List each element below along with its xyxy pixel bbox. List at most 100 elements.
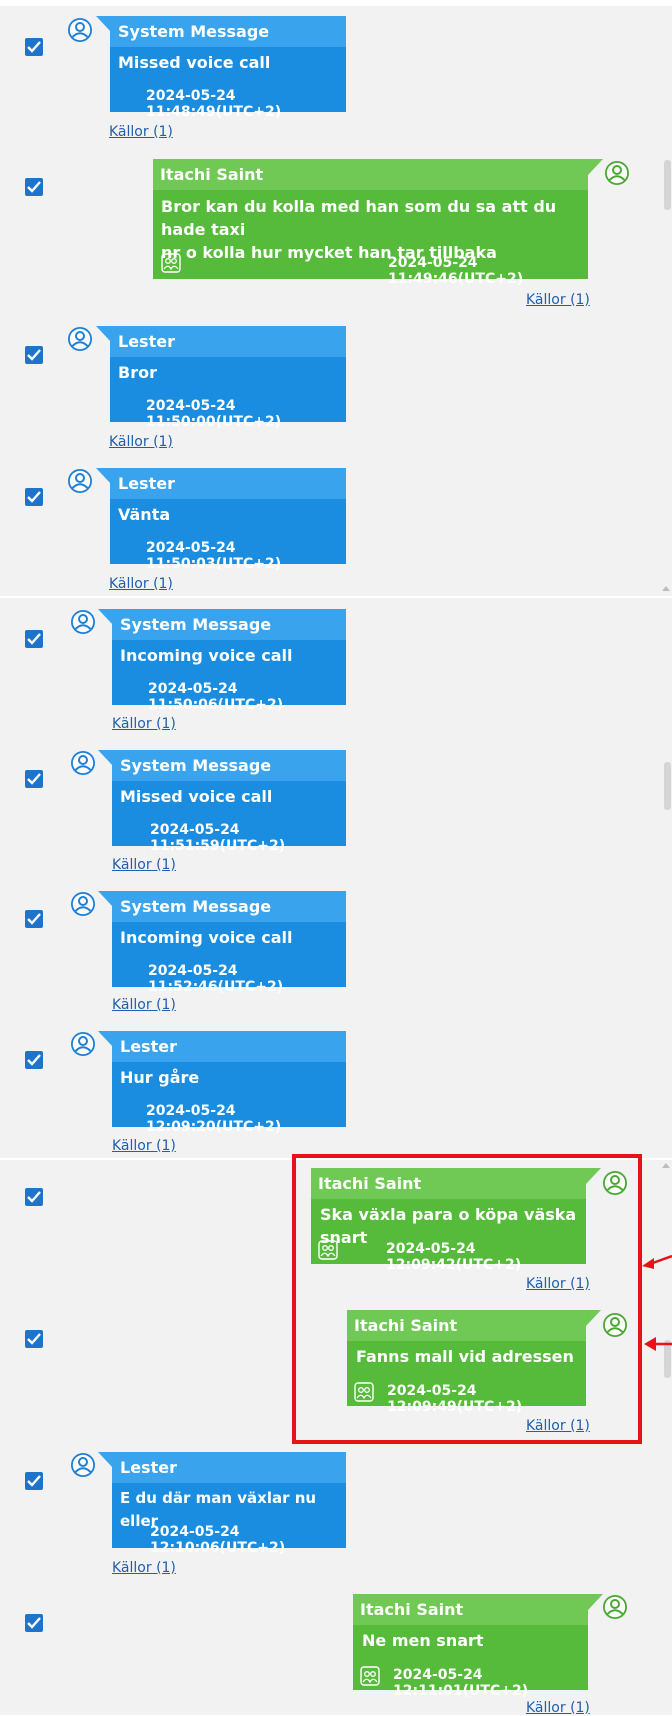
message-bubble: System Message Incoming voice call 2024-… [112, 891, 346, 995]
message-checkbox[interactable] [25, 346, 43, 364]
checkmark-icon [27, 1191, 41, 1203]
sender-name: Lester [112, 1031, 346, 1062]
message-bubble: Lester Vänta 2024-05-24 11:50:03(UTC+2) [110, 468, 346, 572]
checkmark-icon [27, 1475, 41, 1487]
person-avatar-icon [603, 1595, 627, 1619]
message-bubble: Lester E du där man växlar nu eller 2024… [112, 1452, 346, 1556]
scrollbar-thumb[interactable] [664, 762, 671, 810]
highlight-box [292, 1154, 642, 1444]
message-checkbox[interactable] [25, 178, 43, 196]
message-timestamp: 2024-05-24 11:52:46(UTC+2) [148, 963, 284, 995]
sender-name: Lester [110, 468, 346, 499]
group-icon [360, 1666, 380, 1686]
message-timestamp: 2024-05-24 11:48:49(UTC+2) [146, 88, 282, 120]
bubble-tail [98, 609, 113, 625]
message-bubble: System Message Missed voice call 2024-05… [112, 750, 346, 854]
message-bubble: System Message Missed voice call 2024-05… [110, 16, 346, 120]
bubble-tail [98, 891, 113, 907]
message-checkbox[interactable] [25, 1330, 43, 1348]
checkmark-icon [27, 1333, 41, 1345]
message-checkbox[interactable] [25, 770, 43, 788]
message-bubble: Lester Hur gåre 2024-05-24 12:09:20(UTC+… [112, 1031, 346, 1135]
person-avatar-icon [71, 610, 95, 634]
message-checkbox[interactable] [25, 1051, 43, 1069]
checkmark-icon [27, 1617, 41, 1629]
message-timestamp: 2024-05-24 11:50:06(UTC+2) [148, 681, 284, 713]
message-timestamp: 2024-05-24 11:50:03(UTC+2) [146, 540, 282, 572]
checkmark-icon [27, 41, 41, 53]
sources-link[interactable]: Källor (1) [109, 434, 173, 450]
checkmark-icon [27, 491, 41, 503]
message-timestamp: 2024-05-24 11:50:00(UTC+2) [146, 398, 282, 430]
person-avatar-icon [71, 751, 95, 775]
message-bubble: Lester Bror 2024-05-24 11:50:00(UTC+2) [110, 326, 346, 430]
sources-link[interactable]: Källor (1) [112, 997, 176, 1013]
scrollbar-up-arrow[interactable] [662, 1163, 670, 1168]
sender-name: Lester [112, 1452, 346, 1483]
scrollbar-up-arrow[interactable] [662, 586, 670, 591]
message-checkbox[interactable] [25, 910, 43, 928]
bubble-tail [96, 326, 111, 342]
message-timestamp: 2024-05-24 12:09:20(UTC+2) [146, 1103, 282, 1135]
checkmark-icon [27, 633, 41, 645]
message-text: Incoming voice call [120, 646, 293, 665]
message-checkbox[interactable] [25, 1472, 43, 1490]
message-text: Vänta [118, 505, 171, 524]
message-checkbox[interactable] [25, 1188, 43, 1206]
person-avatar-icon [605, 161, 629, 185]
sender-name: Lester [110, 326, 346, 357]
scrollbar-thumb[interactable] [664, 160, 671, 210]
bubble-tail [588, 1594, 603, 1610]
sender-name: Itachi Saint [153, 159, 588, 190]
message-timestamp: 2024-05-24 11:51:59(UTC+2) [150, 822, 286, 854]
sources-link[interactable]: Källor (1) [526, 292, 590, 308]
bubble-tail [96, 16, 111, 32]
message-checkbox[interactable] [25, 488, 43, 506]
checkmark-icon [27, 181, 41, 193]
sender-name: Itachi Saint [353, 1594, 588, 1625]
sources-link[interactable]: Källor (1) [109, 576, 173, 592]
bubble-tail [98, 1452, 113, 1468]
sources-link[interactable]: Källor (1) [526, 1700, 590, 1716]
group-icon [161, 253, 181, 273]
bubble-tail [96, 468, 111, 484]
message-checkbox[interactable] [25, 630, 43, 648]
sources-link[interactable]: Källor (1) [109, 124, 173, 140]
sender-name: System Message [112, 609, 346, 640]
checkmark-icon [27, 349, 41, 361]
arrow-icon [644, 1337, 672, 1351]
message-text: Ne men snart [362, 1631, 484, 1650]
person-avatar-icon [68, 18, 92, 42]
checkmark-icon [27, 773, 41, 785]
message-timestamp: 2024-05-24 12:11:01(UTC+2) [393, 1667, 529, 1699]
message-text: Bror [118, 363, 157, 382]
message-text: Hur gåre [120, 1068, 200, 1087]
person-avatar-icon [71, 1453, 95, 1477]
sources-link[interactable]: Källor (1) [112, 1138, 176, 1154]
message-text: Missed voice call [120, 787, 273, 806]
sources-link[interactable]: Källor (1) [112, 716, 176, 732]
message-checkbox[interactable] [25, 1614, 43, 1632]
checkmark-icon [27, 1054, 41, 1066]
message-timestamp: 2024-05-24 11:49:46(UTC+2) [388, 255, 524, 287]
sender-name: System Message [112, 891, 346, 922]
bubble-tail [588, 159, 603, 175]
sources-link[interactable]: Källor (1) [112, 1560, 176, 1576]
message-checkbox[interactable] [25, 38, 43, 56]
message-bubble: System Message Incoming voice call 2024-… [112, 609, 346, 713]
bubble-tail [98, 1031, 113, 1047]
arrow-icon [642, 1254, 672, 1269]
checkmark-icon [27, 913, 41, 925]
person-avatar-icon [71, 1032, 95, 1056]
person-avatar-icon [68, 327, 92, 351]
message-text: Incoming voice call [120, 928, 293, 947]
message-timestamp: 2024-05-24 12:10:06(UTC+2) [150, 1524, 286, 1556]
message-text-line: Bror kan du kolla med han som du sa att … [161, 197, 557, 239]
message-text: Missed voice call [118, 53, 271, 72]
person-avatar-icon [71, 892, 95, 916]
sender-name: System Message [112, 750, 346, 781]
sources-link[interactable]: Källor (1) [112, 857, 176, 873]
message-bubble: Itachi Saint Ne men snart 2024-05-24 12:… [353, 1594, 588, 1699]
message-bubble: Itachi Saint Bror kan du kolla med han s… [153, 159, 588, 287]
sender-name: System Message [110, 16, 346, 47]
